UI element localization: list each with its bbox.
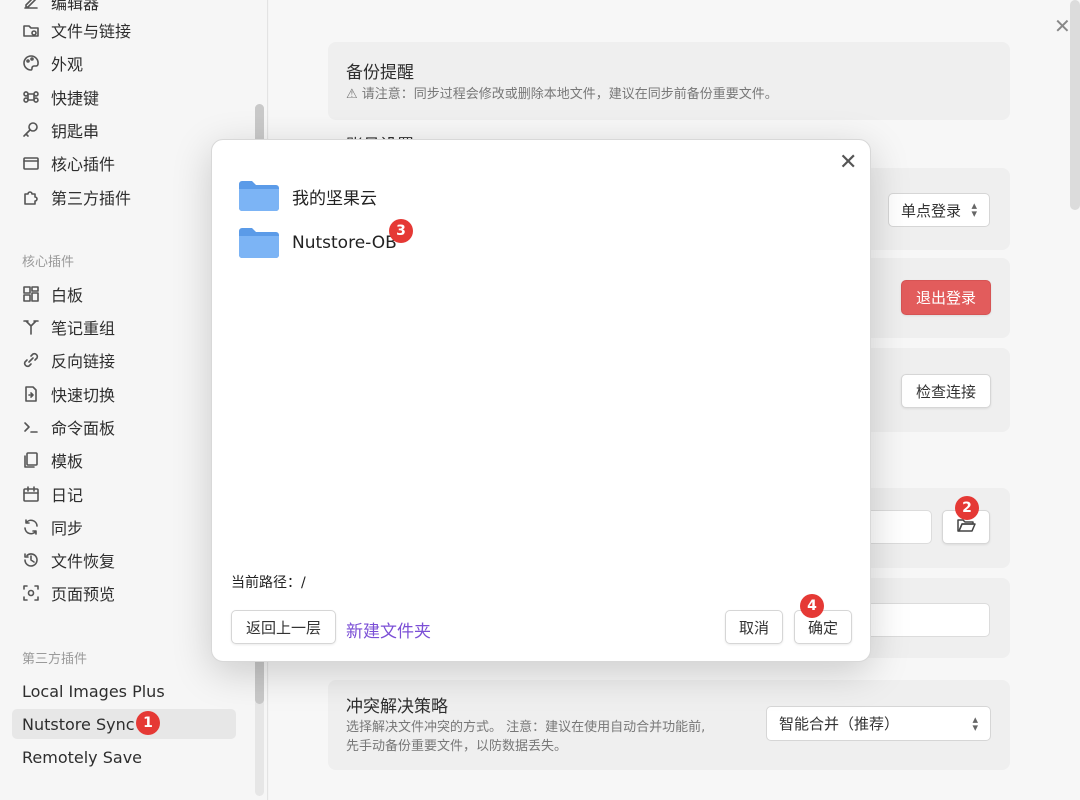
sidebar-item-canvas[interactable]: 白板 <box>22 279 83 309</box>
settings-close-icon[interactable]: ✕ <box>1054 14 1071 38</box>
conflict-strategy-title: 冲突解决策略 <box>346 697 448 717</box>
sidebar-item-nutstore-sync[interactable]: Nutstore Sync <box>22 709 135 739</box>
sidebar-item-remotely-save[interactable]: Remotely Save <box>22 742 142 772</box>
thirdparty-plugins-header: 第三方插件 <box>22 652 88 667</box>
conflict-strategy-desc-line2: 先手动备份重要文件，以防数据丢失。 <box>346 739 568 754</box>
content-scrollbar[interactable] <box>1070 0 1080 210</box>
chevron-updown-icon: ▴ ▾ <box>971 199 977 220</box>
sidebar-item-backlinks[interactable]: 反向链接 <box>22 345 115 375</box>
logout-button[interactable]: 退出登录 <box>901 280 991 315</box>
sidebar-item-label: 日记 <box>51 486 84 505</box>
step-badge: 3 <box>389 219 413 243</box>
puzzle-icon <box>22 188 40 206</box>
sidebar-item-label: 页面预览 <box>51 585 116 604</box>
sidebar-item-sync[interactable]: 同步 <box>22 512 83 542</box>
cancel-button[interactable]: 取消 <box>725 610 783 644</box>
sidebar-item-core-plugins[interactable]: 核心插件 <box>22 148 115 178</box>
sidebar-item-command-palette[interactable]: 命令面板 <box>22 412 115 442</box>
command-icon <box>22 88 40 106</box>
sidebar-item-label: 外观 <box>51 55 84 74</box>
sidebar-item-local-images-plus[interactable]: Local Images Plus <box>22 676 165 706</box>
sidebar-item-label: 模板 <box>51 452 84 471</box>
new-folder-link[interactable]: 新建文件夹 <box>346 617 431 642</box>
template-icon <box>22 451 40 469</box>
sidebar-item-quick-switcher[interactable]: 快速切换 <box>22 379 115 409</box>
sidebar-item-label: 同步 <box>51 519 84 538</box>
plugin-icon <box>22 154 40 172</box>
backlink-icon <box>22 351 40 369</box>
sidebar-item-label: 文件与链接 <box>51 22 132 41</box>
sidebar-item-label: 命令面板 <box>51 419 116 438</box>
sidebar-item-label: Nutstore Sync <box>22 714 135 734</box>
backup-title: 备份提醒 <box>346 63 414 83</box>
sidebar-item-appearance[interactable]: 外观 <box>22 48 83 78</box>
folder-name: 我的坚果云 <box>292 188 377 209</box>
core-plugins-header: 核心插件 <box>22 255 75 270</box>
check-connection-button[interactable]: 检查连接 <box>901 374 991 408</box>
sidebar-item-label: Local Images Plus <box>22 681 165 701</box>
sidebar-item-label: 文件恢复 <box>51 552 116 571</box>
sidebar-item-thirdparty-plugins[interactable]: 第三方插件 <box>22 182 131 212</box>
conflict-strategy-value: 智能合并（推荐） <box>779 715 900 733</box>
folder-item[interactable]: 我的坚果云 <box>238 176 377 216</box>
key-icon <box>22 121 40 139</box>
sync-icon <box>22 518 40 536</box>
sidebar-item-label: 编辑器 <box>51 0 100 13</box>
confirm-button[interactable]: 确定 <box>794 610 852 644</box>
folder-icon <box>238 227 280 259</box>
current-path-label: 当前路径：/ <box>231 575 306 591</box>
conflict-strategy-desc-line1: 选择解决文件冲突的方式。 注意：建议在使用自动合并功能前, <box>346 720 706 735</box>
merge-icon <box>22 318 40 336</box>
calendar-icon <box>22 485 40 503</box>
step-badge: 1 <box>136 711 160 735</box>
sidebar-item-label: 钥匙串 <box>51 122 100 141</box>
canvas-icon <box>22 285 40 303</box>
backup-description: ⚠ 请注意：同步过程会修改或删除本地文件，建议在同步前备份重要文件。 <box>346 87 778 102</box>
step-badge: 4 <box>800 594 824 618</box>
sidebar-item-label: 反向链接 <box>51 352 116 371</box>
sidebar-item-hotkeys[interactable]: 快捷键 <box>22 82 99 112</box>
history-icon <box>22 551 40 569</box>
sidebar-item-note-composer[interactable]: 笔记重组 <box>22 312 115 342</box>
sidebar-item-daily-notes[interactable]: 日记 <box>22 479 83 509</box>
edit-icon <box>22 0 40 11</box>
palette-icon <box>22 54 40 72</box>
login-method-select[interactable]: 单点登录 ▴ ▾ <box>888 193 990 227</box>
sidebar-item-label: 快捷键 <box>51 89 100 108</box>
sidebar-item-label: Remotely Save <box>22 747 143 767</box>
file-switch-icon <box>22 385 40 403</box>
go-up-button[interactable]: 返回上一层 <box>231 610 336 644</box>
sidebar-item-keychain[interactable]: 钥匙串 <box>22 115 99 145</box>
sidebar-item-label: 笔记重组 <box>51 319 116 338</box>
sidebar-item-files-links[interactable]: 文件与链接 <box>22 15 131 45</box>
step-badge: 2 <box>955 496 979 520</box>
sidebar-item-templates[interactable]: 模板 <box>22 445 83 475</box>
dialog-close-icon[interactable]: ✕ <box>839 150 857 175</box>
folder-picker-dialog: ✕ 我的坚果云 Nutstore-OB 当前路径：/ 返回上一层 新建文件夹 取… <box>211 139 871 662</box>
terminal-icon <box>22 418 40 436</box>
conflict-strategy-select[interactable]: 智能合并（推荐） ▴ ▾ <box>766 706 991 741</box>
preview-icon <box>22 584 40 602</box>
chevron-updown-icon: ▴ ▾ <box>972 712 978 734</box>
folder-name: Nutstore-OB <box>292 233 397 253</box>
sidebar-item-label: 核心插件 <box>51 155 116 174</box>
sidebar-item-label: 白板 <box>51 286 84 305</box>
folder-item[interactable]: Nutstore-OB <box>238 223 397 263</box>
backup-reminder-card <box>328 42 1010 120</box>
folder-link-icon <box>22 21 40 39</box>
login-method-value: 单点登录 <box>901 201 962 220</box>
sync-path-input[interactable] <box>860 603 990 637</box>
folder-icon <box>238 180 280 212</box>
sidebar-item-page-preview[interactable]: 页面预览 <box>22 578 115 608</box>
sidebar-item-file-recovery[interactable]: 文件恢复 <box>22 545 115 575</box>
sidebar-item-label: 第三方插件 <box>51 189 132 208</box>
sidebar-item-label: 快速切换 <box>51 386 116 405</box>
